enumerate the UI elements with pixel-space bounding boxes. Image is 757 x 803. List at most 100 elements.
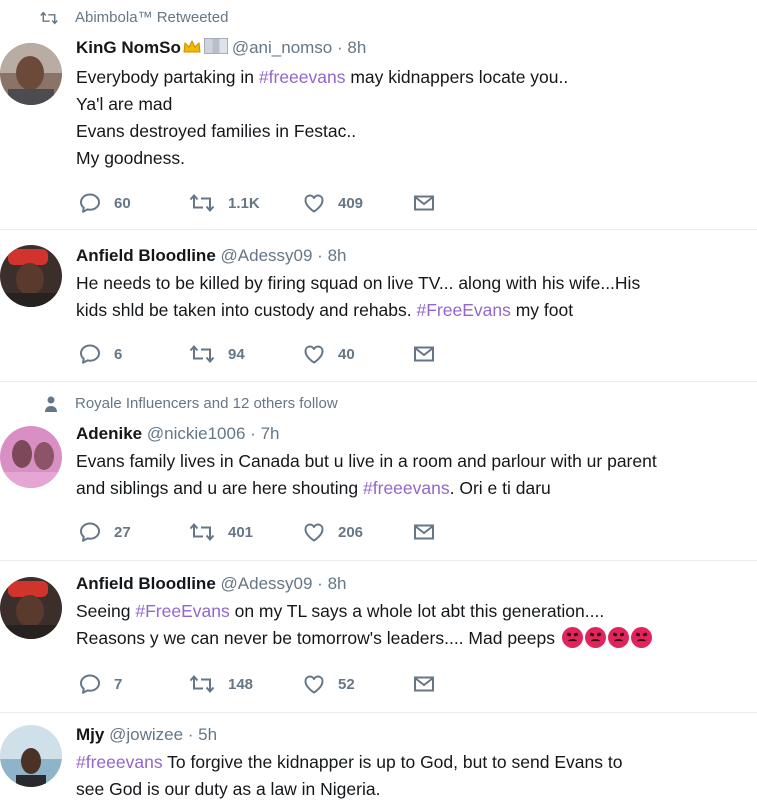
tweet-header: Mjy @jowizee · 5h [76,724,217,746]
reply-count: 7 [114,675,123,693]
hashtag-link[interactable]: #freeevans [76,752,163,772]
like-count: 206 [338,523,364,541]
user-handle[interactable]: @nickie1006 [147,424,246,443]
tweet[interactable]: Mjy @jowizee · 5h #freeevans To forgive … [0,713,757,799]
follow-context[interactable]: Royale Influencers and 12 others follow [45,394,338,414]
mail-icon [412,520,436,544]
tweet-timestamp[interactable]: 5h [198,725,217,744]
tweet[interactable]: Anfield Bloodline @Adessy09 · 8h He need… [0,230,757,382]
text-segment: my foot [510,300,574,320]
reply-count: 27 [114,523,131,541]
tweet-header: Adenike @nickie1006 · 7h [76,423,279,445]
text-segment: Seeing [76,601,136,621]
tweet-header: Anfield Bloodline @Adessy09 · 8h [76,573,347,595]
avatar[interactable] [0,577,62,639]
heart-icon [302,672,326,696]
like-button[interactable]: 409 [302,191,363,215]
tweet[interactable]: Abimbola™ Retweeted KinG NomSo @ani_nomso… [0,0,757,230]
hashtag-link[interactable]: #freeevans [259,67,346,87]
hashtag-link[interactable]: #FreeEvans [417,300,511,320]
angry-face-emoji [561,627,583,648]
reply-icon [78,520,102,544]
text-segment: on my TL says a whole lot abt this gener… [229,601,605,621]
display-name[interactable]: KinG NomSo [76,38,181,57]
like-button[interactable]: 40 [302,342,355,366]
tweet-timestamp[interactable]: 8h [328,574,347,593]
reply-button[interactable]: 6 [78,342,122,366]
display-name[interactable]: Anfield Bloodline [76,574,216,593]
follow-context-label: Royale Influencers and 12 others follow [75,395,338,412]
display-name[interactable]: Mjy [76,725,104,744]
avatar[interactable] [0,725,62,787]
retweet-count: 94 [228,345,245,363]
hashtag-link[interactable]: #FreeEvans [135,601,229,621]
tweet[interactable]: Anfield Bloodline @Adessy09 · 8h Seeing … [0,561,757,713]
tweet-header: Anfield Bloodline @Adessy09 · 8h [76,245,347,267]
like-button[interactable]: 52 [302,672,355,696]
person-icon [45,396,57,412]
text-segment: Ya'l are mad [76,94,173,114]
like-button[interactable]: 206 [302,520,363,544]
tweet[interactable]: Royale Influencers and 12 others follow … [0,382,757,561]
direct-message-button[interactable] [412,191,436,215]
avatar[interactable] [0,426,62,488]
text-segment: Everybody partaking in [76,67,259,87]
text-segment: kids shld be taken into custody and reha… [76,300,417,320]
angry-face-emoji [630,627,652,648]
retweet-count: 401 [228,523,254,541]
user-handle[interactable]: @jowizee [109,725,183,744]
reply-icon [78,672,102,696]
heart-icon [302,191,326,215]
reply-icon [78,191,102,215]
tweet-header: KinG NomSo @ani_nomso · 8h [76,37,366,59]
display-name[interactable]: Adenike [76,424,142,443]
separator-dot: · [317,246,323,265]
retweet-context[interactable]: Abimbola™ Retweeted [75,8,228,28]
avatar[interactable] [0,245,62,307]
user-handle[interactable]: @Adessy09 [221,574,313,593]
text-segment: Reasons y we can never be tomorrow's lea… [76,628,560,648]
separator-dot: · [337,38,343,57]
separator-dot: · [187,725,194,744]
display-name[interactable]: Anfield Bloodline [76,246,216,265]
retweet-button[interactable]: 94 [188,342,245,366]
retweet-icon [188,520,216,544]
text-segment: To forgive the kidnapper is up to God, b… [162,752,623,772]
retweet-count: 1.1K [228,194,260,212]
reply-button[interactable]: 7 [78,672,122,696]
avatar[interactable] [0,43,62,105]
retweet-button[interactable]: 401 [188,520,253,544]
mail-icon [412,342,436,366]
like-count: 409 [338,194,364,212]
angry-face-emoji [584,627,606,648]
text-segment: see God is our duty as a law in Nigeria. [76,779,381,799]
reply-button[interactable]: 60 [78,191,131,215]
separator-dot: · [317,574,323,593]
mail-icon [412,191,436,215]
hashtag-link[interactable]: #freeevans [363,478,450,498]
tweet-text: Seeing #FreeEvans on my TL says a whole … [76,598,736,652]
heart-icon [302,520,326,544]
retweet-count: 148 [228,675,254,693]
reply-button[interactable]: 27 [78,520,131,544]
reply-count: 6 [114,345,123,363]
retweet-button[interactable]: 1.1K [188,191,260,215]
retweet-icon [188,342,216,366]
tweet-text: Everybody partaking in #freeevans may ki… [76,64,736,172]
like-count: 52 [338,675,355,693]
retweet-button[interactable]: 148 [188,672,253,696]
tweet-timestamp[interactable]: 8h [328,246,347,265]
like-count: 40 [338,345,355,363]
flag-emoji [203,38,228,54]
avatar-photo [0,43,62,105]
user-handle[interactable]: @Adessy09 [221,246,313,265]
tweet-text: Evans family lives in Canada but u live … [76,448,736,502]
direct-message-button[interactable] [412,342,436,366]
reply-icon [78,342,102,366]
direct-message-button[interactable] [412,672,436,696]
direct-message-button[interactable] [412,520,436,544]
tweet-timestamp[interactable]: 7h [261,424,280,443]
tweet-timestamp[interactable]: 8h [347,38,366,57]
user-handle[interactable]: @ani_nomso [232,38,332,57]
tweet-text: He needs to be killed by firing squad on… [76,270,736,324]
